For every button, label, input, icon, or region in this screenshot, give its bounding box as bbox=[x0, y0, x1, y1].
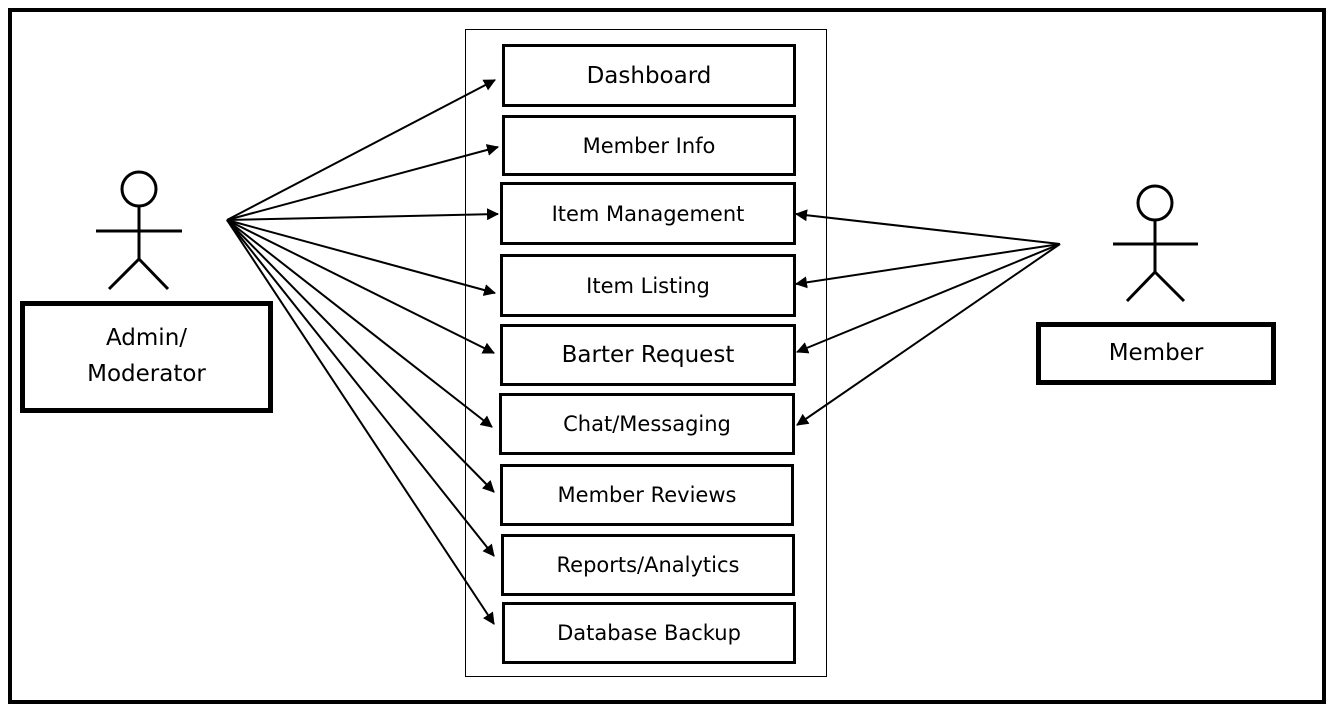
usecase-item-listing[interactable]: Item Listing bbox=[500, 254, 796, 317]
actor-member[interactable]: Member bbox=[1036, 322, 1276, 385]
actor-label-line: Moderator bbox=[87, 361, 206, 387]
usecase-database-backup[interactable]: Database Backup bbox=[502, 602, 796, 664]
member-actor-figure-icon bbox=[1113, 184, 1198, 303]
admin-actor-figure-icon bbox=[96, 170, 182, 291]
usecase-reports-analytics[interactable]: Reports/Analytics bbox=[501, 534, 795, 596]
actor-label-line: Member bbox=[1108, 339, 1204, 366]
actor-admin-moderator[interactable]: Admin/ Moderator bbox=[20, 301, 273, 413]
usecase-label: Dashboard bbox=[586, 62, 712, 89]
association-arrow-admin-dashboard bbox=[226, 79, 496, 221]
usecase-label: Reports/Analytics bbox=[556, 553, 740, 577]
association-arrow-member-chat-messaging bbox=[796, 243, 1061, 426]
association-arrow-admin-item-management bbox=[226, 208, 499, 221]
usecase-barter-request[interactable]: Barter Request bbox=[500, 324, 796, 386]
usecase-label: Member Reviews bbox=[557, 483, 737, 507]
usecase-label: Barter Request bbox=[561, 342, 735, 368]
association-arrow-admin-database-backup bbox=[226, 219, 495, 625]
usecase-chat-messaging[interactable]: Chat/Messaging bbox=[499, 393, 795, 455]
usecase-item-management[interactable]: Item Management bbox=[500, 182, 796, 245]
actor-label-line: Admin/ bbox=[105, 325, 188, 352]
association-arrow-admin-member-info bbox=[226, 144, 499, 221]
association-arrow-member-item-listing bbox=[795, 243, 1061, 289]
usecase-label: Item Management bbox=[551, 201, 745, 226]
association-arrow-member-item-management bbox=[795, 209, 1061, 245]
usecase-label: Item Listing bbox=[586, 273, 710, 298]
usecase-member-info[interactable]: Member Info bbox=[502, 115, 796, 176]
usecase-label: Database Backup bbox=[557, 621, 741, 645]
usecase-dashboard[interactable]: Dashboard bbox=[502, 44, 796, 107]
usecase-label: Member Info bbox=[582, 133, 716, 158]
usecase-label: Chat/Messaging bbox=[563, 412, 731, 436]
usecase-member-reviews[interactable]: Member Reviews bbox=[500, 464, 794, 526]
association-arrow-member-barter-request bbox=[796, 243, 1061, 354]
